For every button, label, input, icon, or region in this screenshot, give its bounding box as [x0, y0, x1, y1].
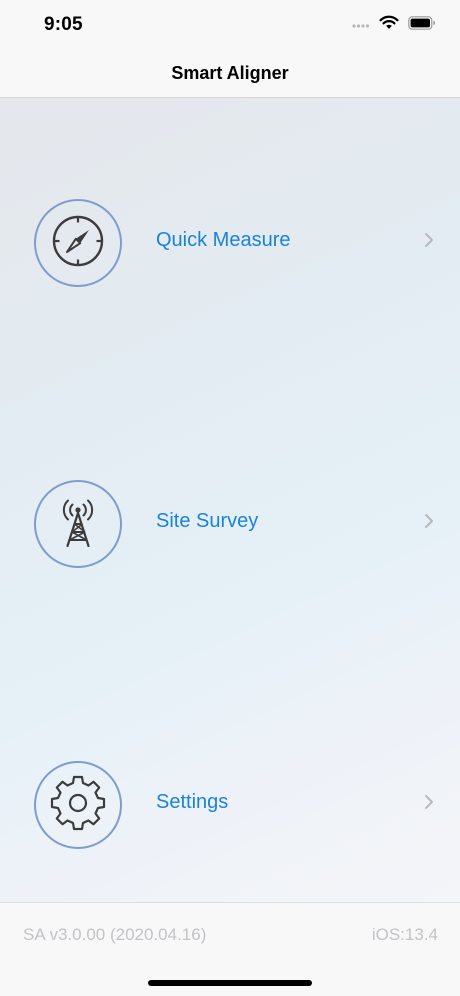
page-title: Smart Aligner: [171, 63, 289, 83]
menu-item-label: Site Survey: [156, 510, 259, 532]
navigation-bar: Smart Aligner: [0, 50, 460, 98]
menu-item-quick-measure[interactable]: Quick Measure: [0, 193, 460, 293]
site-survey-icon-ring: [34, 480, 122, 568]
menu-item-settings[interactable]: Settings: [0, 755, 460, 855]
menu-item-label: Quick Measure: [156, 229, 291, 251]
gear-icon: [49, 774, 107, 837]
status-bar: 9:05: [0, 0, 460, 50]
menu-item-label: Settings: [156, 791, 229, 813]
battery-icon: [408, 15, 436, 35]
wifi-icon: [379, 15, 399, 35]
app-screen: 9:05 Smart Aligner Quick Measure Site Su…: [0, 0, 460, 996]
quick-measure-icon-ring: [34, 199, 122, 287]
app-version: SA v3.0.00 (2020.04.16): [23, 925, 207, 944]
status-time: 9:05: [44, 14, 83, 35]
ios-version: iOS:13.4: [371, 925, 438, 944]
status-icons: [352, 15, 436, 35]
compass-icon: [49, 212, 107, 275]
chevron-right-icon: [424, 232, 434, 253]
cellular-signal-icon: [352, 16, 370, 34]
main-menu: Quick Measure Site Survey Settings: [0, 98, 460, 902]
menu-item-site-survey[interactable]: Site Survey: [0, 474, 460, 574]
home-indicator[interactable]: [148, 980, 312, 986]
chevron-right-icon: [424, 794, 434, 815]
radio-tower-icon: [49, 493, 107, 556]
settings-icon-ring: [34, 761, 122, 849]
chevron-right-icon: [424, 513, 434, 534]
